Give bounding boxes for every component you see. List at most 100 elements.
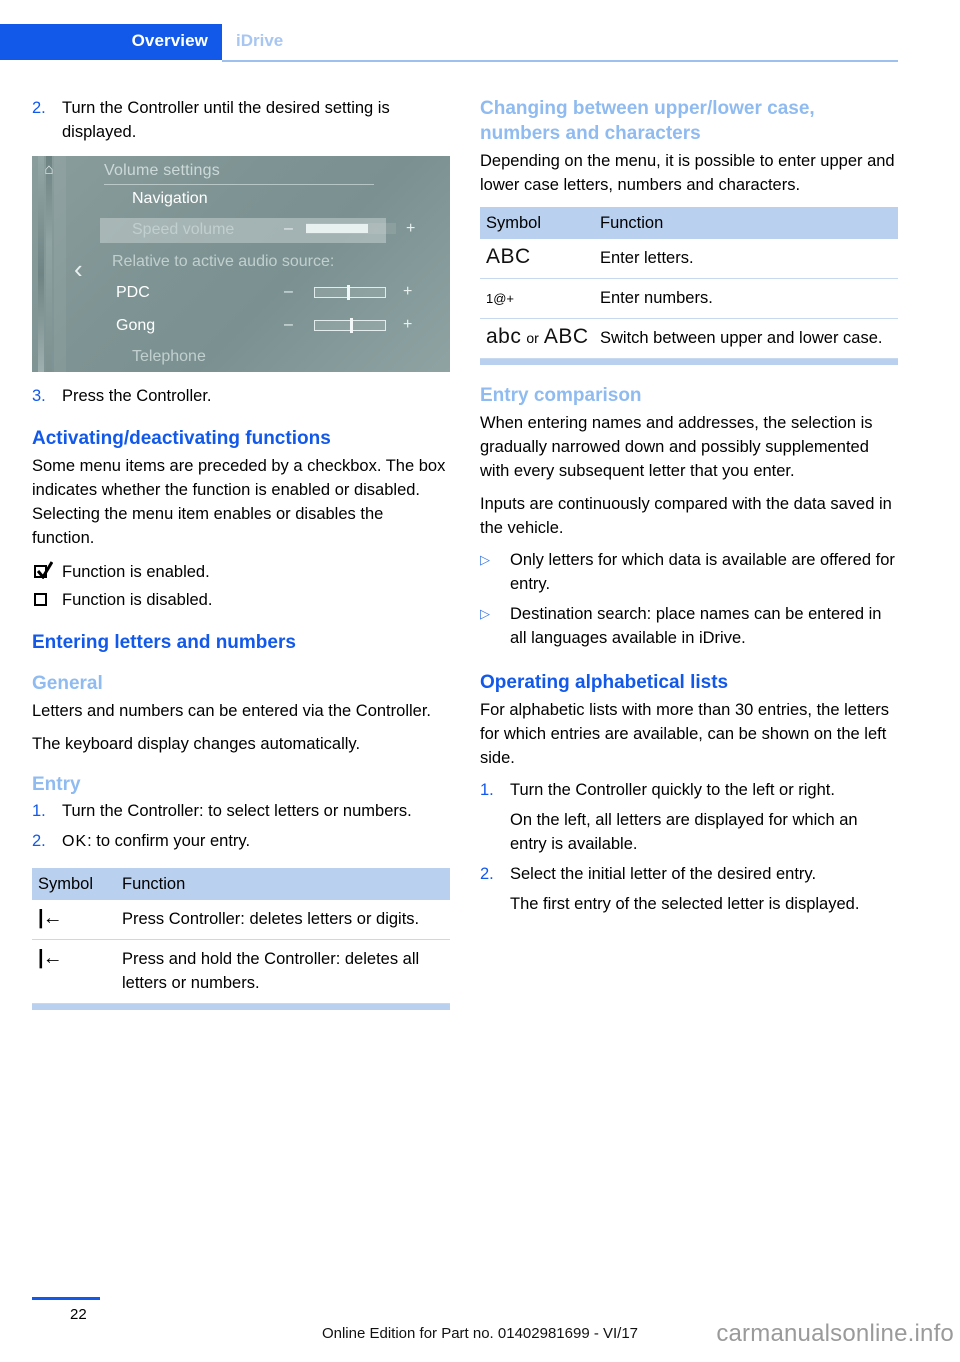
screen-rail-left-a: [38, 156, 44, 372]
step-number: 3.: [32, 387, 46, 405]
entry-comparison-paragraph-2: Inputs are continuously compared with th…: [480, 495, 892, 537]
step-number: 2.: [32, 832, 46, 850]
abc-glyph: ABC: [486, 245, 531, 268]
gong-minus-icon[interactable]: –: [284, 316, 293, 334]
tab-overview[interactable]: Overview: [0, 24, 222, 60]
heading-general: General: [32, 673, 103, 694]
bullet-item: ▷ Destination search: place names can be…: [480, 602, 898, 650]
table-header-function: Function: [600, 213, 664, 232]
backspace-glyph: |←: [38, 947, 63, 969]
numbers-glyph: 1@+: [486, 291, 515, 306]
general-paragraph-2: The keyboard display changes automatical…: [32, 735, 361, 753]
table-footer-bar: [32, 1004, 450, 1010]
table-row: |← Press and hold the Controller: delete…: [32, 940, 450, 1004]
check-mark-icon: [37, 561, 53, 579]
speed-volume-bar[interactable]: [306, 223, 396, 234]
heading-entry-comparison: Entry comparison: [480, 385, 642, 406]
ok-button-icon: OK: [62, 833, 88, 850]
pdc-plus-icon[interactable]: +: [403, 283, 412, 301]
screen-item-navigation[interactable]: Navigation: [132, 190, 208, 208]
step-number: 2.: [480, 865, 494, 883]
screen-item-relative-label: Relative to active audio source:: [112, 253, 335, 270]
table-row: 1@+ Enter numbers.: [480, 279, 898, 319]
tab-idrive[interactable]: iDrive: [236, 31, 283, 51]
heading-entry: Entry: [32, 774, 81, 795]
checkbox-checked-icon: [32, 560, 62, 584]
table-header-symbol: Symbol: [38, 874, 94, 893]
symbol-function-table-left: Symbol Function |← Press Controller: del…: [32, 868, 450, 1010]
step-item: 1. Turn the Controller: to select letter…: [32, 799, 450, 823]
footer-divider: [32, 1297, 100, 1300]
table-row: |← Press Controller: deletes letters or …: [32, 900, 450, 940]
step-text: Select the initial letter of the desired…: [510, 865, 817, 883]
table-header-function: Function: [122, 874, 186, 893]
gong-plus-icon[interactable]: +: [403, 316, 412, 334]
gong-bar-marker: [350, 318, 353, 333]
bullet-text: Destination search: place names can be e…: [510, 605, 882, 647]
step-text-remainder: : to confirm your entry.: [87, 832, 251, 850]
speed-volume-minus-icon[interactable]: –: [284, 220, 293, 238]
heading-activating-deactivating: Activating/deactivating functions: [32, 428, 331, 449]
table-header-row: Symbol Function: [480, 207, 898, 239]
step-text: Turn the Controller: to select letters o…: [62, 802, 412, 820]
pdc-bar-marker: [347, 285, 350, 300]
step-subtext: On the left, all letters are displayed f…: [510, 811, 858, 853]
general-paragraph-1: Letters and numbers can be entered via t…: [32, 702, 431, 720]
entry-comparison-paragraph-1: When entering names and addresses, the s…: [480, 414, 873, 480]
triangle-bullet-icon: ▷: [480, 606, 490, 621]
screen-title-divider: [104, 184, 374, 185]
screen-item-telephone[interactable]: Telephone: [132, 348, 206, 366]
backspace-glyph: |←: [38, 907, 63, 929]
table-header-symbol: Symbol: [486, 213, 542, 232]
page-header: Overview iDrive: [0, 24, 960, 62]
table-cell-function: Enter letters.: [600, 249, 694, 267]
activating-body-text: Some menu items are preceded by a checkb…: [32, 457, 446, 547]
table-cell-function: Switch between upper and lower case.: [600, 329, 883, 347]
case-switch-icon: abc or ABC: [480, 326, 600, 350]
step-text: OK: to confirm your entry.: [62, 829, 450, 854]
table-cell-function: Press and hold the Controller: deletes a…: [122, 950, 420, 992]
home-icon: ⌂: [44, 161, 54, 178]
checkbox-disabled-label: Function is disabled.: [62, 591, 213, 609]
table-cell-function: Enter numbers.: [600, 289, 713, 307]
step-text: Press the Controller.: [62, 387, 212, 405]
step-item: 2. Turn the Controller until the desired…: [32, 96, 450, 144]
step-item: 1. Turn the Controller quickly to the le…: [480, 778, 898, 802]
step-subtext: The first entry of the selected letter i…: [510, 895, 860, 913]
watermark-text: carmanualsonline.info: [716, 1320, 954, 1347]
abc-lower-glyph: abc: [486, 325, 522, 348]
screen-item-speed-volume[interactable]: Speed volume: [132, 221, 234, 239]
heading-changing-case: Changing between upper/lower case, numbe…: [480, 98, 815, 144]
or-label: or: [526, 330, 539, 346]
table-cell-function: Press Controller: deletes letters or dig…: [122, 910, 420, 928]
symbol-function-table-right: Symbol Function ABC Enter letters. 1@+ E…: [480, 207, 898, 365]
checkbox-legend-row: Function is enabled.: [32, 560, 450, 584]
checkbox-unchecked-icon: [32, 588, 62, 612]
table-header-row: Symbol Function: [32, 868, 450, 900]
speed-volume-plus-icon[interactable]: +: [406, 220, 415, 238]
screen-rail-left-b: [46, 156, 52, 372]
tab-overview-label: Overview: [131, 31, 208, 50]
bullet-text: Only letters for which data is available…: [510, 551, 895, 593]
abc-upper-glyph: ABC: [543, 325, 589, 348]
step-number: 1.: [32, 802, 46, 820]
step-item: 3. Press the Controller.: [32, 384, 450, 408]
screen-item-pdc[interactable]: PDC: [116, 284, 150, 302]
pdc-minus-icon[interactable]: –: [284, 283, 293, 301]
step-text: Turn the Controller quickly to the left …: [510, 781, 835, 799]
checkbox-enabled-label: Function is enabled.: [62, 563, 210, 581]
step-text: Turn the Controller until the desired se…: [62, 99, 390, 141]
right-column: Changing between upper/lower case, numbe…: [480, 96, 898, 916]
step-item: 2. OK: to confirm your entry.: [32, 829, 450, 854]
heading-operating-alphabetical-lists: Operating alphabetical lists: [480, 672, 729, 693]
operating-body-text: For alphabetic lists with more than 30 e…: [480, 701, 890, 767]
table-row: ABC Enter letters.: [480, 239, 898, 279]
step-number: 2.: [32, 99, 46, 117]
triangle-bullet-icon: ▷: [480, 552, 490, 567]
page-number: 22: [70, 1306, 87, 1323]
pdc-bar[interactable]: [314, 287, 386, 298]
screen-rail-left-c: [54, 156, 66, 372]
screen-item-gong[interactable]: Gong: [116, 317, 155, 335]
chevron-left-icon: ‹: [74, 254, 83, 284]
left-column: 2. Turn the Controller until the desired…: [32, 96, 450, 1010]
